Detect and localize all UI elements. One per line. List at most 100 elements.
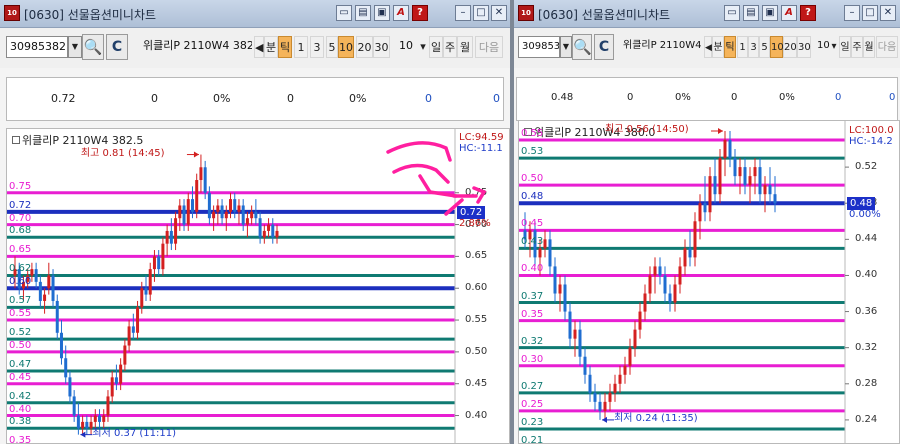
btn-week[interactable]: 주 (851, 36, 863, 58)
level-label: 0.43 (521, 236, 544, 248)
candle (638, 311, 642, 330)
level-label: 0.52 (9, 327, 32, 339)
btn-1[interactable]: 1 (737, 36, 748, 58)
search-icon[interactable]: 🔍 (572, 34, 592, 60)
candle (663, 275, 667, 294)
btn-5[interactable]: 5 (326, 36, 338, 58)
close-icon[interactable]: ✕ (880, 5, 896, 21)
candle (275, 230, 279, 238)
candle (688, 248, 692, 258)
minimize-icon[interactable]: – (844, 5, 860, 21)
readout-change-pct: 0% (213, 92, 231, 105)
candle (98, 415, 102, 422)
window-list-icon[interactable]: ▤ (355, 5, 371, 21)
y-tick-label: 0.52 (855, 161, 878, 173)
candle (241, 205, 245, 225)
candle (267, 224, 271, 231)
next-button[interactable]: 다음 (475, 36, 503, 58)
code-dropdown-icon[interactable]: ▼ (560, 36, 572, 58)
interval-combo[interactable]: 10 (814, 36, 830, 58)
interval-dropdown-icon[interactable]: ▾ (830, 36, 838, 58)
help-icon[interactable]: ? (800, 5, 816, 21)
candle (47, 275, 51, 289)
code-dropdown-icon[interactable]: ▼ (68, 36, 82, 58)
candle (538, 248, 542, 258)
btn-1[interactable]: 1 (294, 36, 308, 58)
candle (748, 176, 752, 186)
price-chart[interactable]: 위클리P 2110W4 380.0 LC:100.0 HC:-14.2 최고 0… (518, 120, 900, 444)
btn-5[interactable]: 5 (759, 36, 770, 58)
help-icon[interactable]: ? (412, 5, 428, 21)
title-bar[interactable]: 10 [0630] 선물옵션미니차트 ▭ ▤ ▣ A ? – □ ✕ (514, 0, 900, 28)
prev-arrow-icon[interactable]: ◀ (704, 36, 712, 58)
print-icon[interactable]: ▣ (374, 5, 390, 21)
toolbar: 30985382 ▼ 🔍 C 위클리P 2110W4 382.5 ◀ 분 틱 1… (0, 28, 510, 68)
btn-10[interactable]: 10 (338, 36, 354, 58)
level-label: 0.42 (9, 390, 32, 402)
candle (668, 293, 672, 303)
candle (553, 266, 557, 294)
code-combo[interactable]: 30985380 (518, 36, 560, 58)
btn-minute[interactable]: 분 (712, 36, 724, 58)
readout-change: 0 (151, 92, 158, 105)
btn-20[interactable]: 20 (783, 36, 797, 58)
title-bar[interactable]: 10 [0630] 선물옵션미니차트 ▭ ▤ ▣ A ? – □ ✕ (0, 0, 510, 28)
candle (262, 230, 266, 238)
prev-arrow-icon[interactable]: ◀ (254, 36, 264, 58)
minimize-icon[interactable]: – (455, 5, 471, 21)
candle (174, 218, 178, 244)
candle (220, 205, 224, 219)
btn-3[interactable]: 3 (310, 36, 324, 58)
btn-tick[interactable]: 틱 (724, 36, 736, 58)
font-icon[interactable]: A (393, 5, 409, 21)
candle (703, 203, 707, 213)
candle (224, 211, 228, 219)
search-icon[interactable]: 🔍 (82, 34, 104, 60)
candle (648, 275, 652, 294)
interval-dropdown-icon[interactable]: ▾ (418, 36, 428, 58)
candle (169, 230, 173, 244)
maximize-icon[interactable]: □ (473, 5, 489, 21)
change-pct: 0.00% (849, 209, 881, 221)
candle (127, 326, 131, 346)
option-chain-icon[interactable]: C (106, 34, 128, 60)
readout-volume-pct: 0% (349, 92, 367, 105)
btn-tick[interactable]: 틱 (278, 36, 292, 58)
close-icon[interactable]: ✕ (491, 5, 507, 21)
btn-30[interactable]: 30 (373, 36, 390, 58)
btn-minute[interactable]: 분 (264, 36, 278, 58)
btn-20[interactable]: 20 (356, 36, 373, 58)
candle (733, 158, 737, 177)
readout-volume: 0 (287, 92, 294, 105)
btn-30[interactable]: 30 (797, 36, 811, 58)
level-label: 0.57 (9, 295, 32, 307)
btn-week[interactable]: 주 (443, 36, 457, 58)
layout-icon[interactable]: ▭ (336, 5, 352, 21)
code-combo[interactable]: 30985382 (6, 36, 68, 58)
candle (43, 294, 47, 301)
next-button[interactable]: 다음 (876, 36, 898, 58)
candle (678, 266, 682, 285)
btn-month[interactable]: 월 (863, 36, 875, 58)
level-label: 0.30 (521, 353, 544, 365)
y-tick-label: 0.40 (855, 269, 878, 281)
interval-combo[interactable]: 10 (396, 36, 420, 58)
level-label: 0.35 (521, 308, 544, 320)
btn-day[interactable]: 일 (839, 36, 851, 58)
font-icon[interactable]: A (781, 5, 797, 21)
print-icon[interactable]: ▣ (762, 5, 778, 21)
maximize-icon[interactable]: □ (862, 5, 878, 21)
level-label: 0.50 (521, 173, 544, 185)
layout-icon[interactable]: ▭ (724, 5, 740, 21)
readout-ask: 0 (889, 92, 896, 103)
btn-10[interactable]: 10 (770, 36, 784, 58)
btn-day[interactable]: 일 (429, 36, 443, 58)
candle (583, 356, 587, 375)
candle (271, 224, 275, 238)
btn-3[interactable]: 3 (748, 36, 759, 58)
window-list-icon[interactable]: ▤ (743, 5, 759, 21)
chart-marker-icon (12, 136, 20, 144)
option-chain-icon[interactable]: C (594, 34, 614, 60)
candle (573, 329, 577, 339)
btn-month[interactable]: 월 (457, 36, 473, 58)
